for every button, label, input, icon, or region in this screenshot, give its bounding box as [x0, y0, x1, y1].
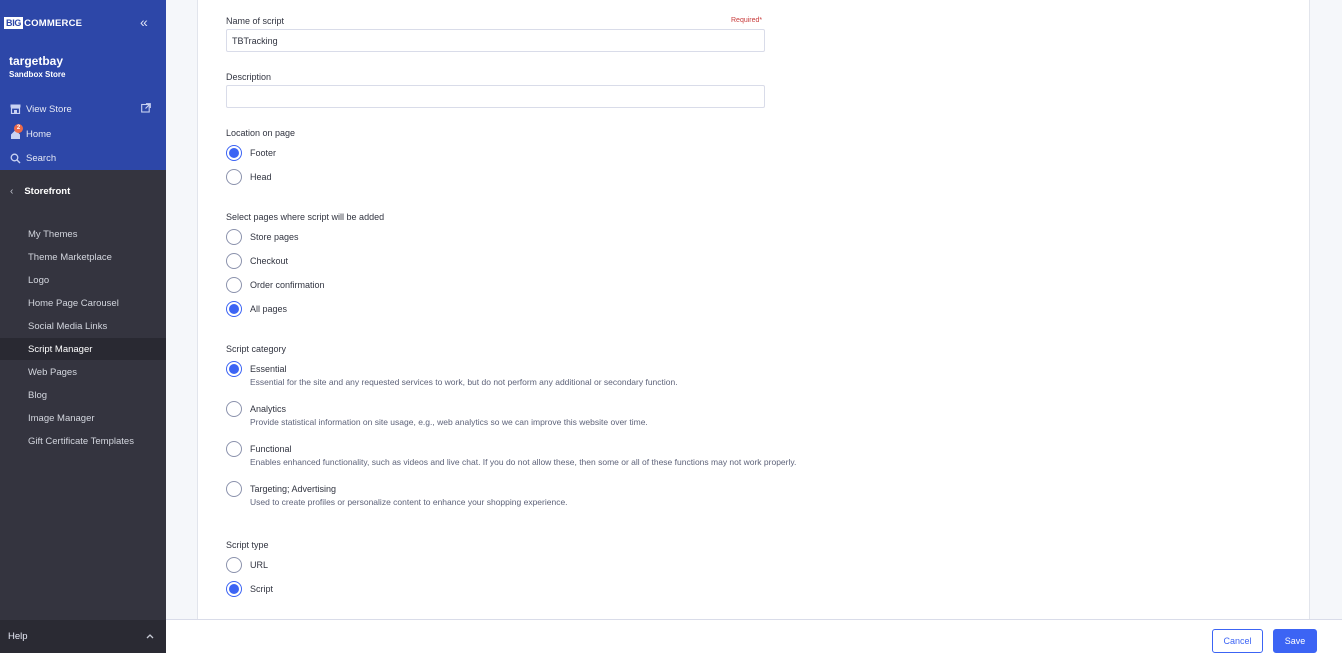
- type-script-option[interactable]: Script: [226, 581, 273, 597]
- radio-label: URL: [250, 560, 269, 570]
- menu-item-web-pages[interactable]: Web Pages: [0, 361, 166, 383]
- radio-button[interactable]: [226, 441, 242, 457]
- home-label: Home: [26, 128, 52, 140]
- radio-button[interactable]: [226, 253, 242, 269]
- radio-button[interactable]: [226, 145, 242, 161]
- pages-checkout-option[interactable]: Checkout: [226, 253, 288, 269]
- category-essential-option[interactable]: Essential Essential for the site and any…: [226, 361, 678, 388]
- pages-all-option[interactable]: All pages: [226, 301, 287, 317]
- menu-item-gift-certificate-templates[interactable]: Gift Certificate Templates: [0, 430, 166, 452]
- sidebar-header: BIG COMMERCE « targetbay Sandbox Store V…: [0, 0, 166, 170]
- type-url-option[interactable]: URL: [226, 557, 268, 573]
- radio-button[interactable]: [226, 277, 242, 293]
- radio-label: All pages: [250, 304, 288, 314]
- radio-label: Functional: [250, 444, 292, 454]
- category-analytics-option[interactable]: Analytics Provide statistical informatio…: [226, 401, 648, 428]
- external-link-icon[interactable]: [141, 103, 151, 113]
- notification-badge: 2: [14, 124, 23, 133]
- help-label: Help: [8, 631, 28, 642]
- section-title: Storefront: [24, 185, 71, 197]
- radio-label: Store pages: [250, 232, 299, 242]
- name-label: Name of script: [226, 16, 285, 26]
- radio-button[interactable]: [226, 481, 242, 497]
- view-store-label: View Store: [26, 103, 72, 115]
- menu-item-blog[interactable]: Blog: [0, 384, 166, 406]
- pages-label: Select pages where script will be added: [226, 212, 385, 222]
- logo-big: BIG: [4, 17, 24, 29]
- main-content: Name of script Required* Description Loc…: [166, 0, 1342, 619]
- radio-description: Enables enhanced functionality, such as …: [250, 457, 797, 467]
- required-indicator: Required*: [731, 17, 763, 24]
- radio-button[interactable]: [226, 557, 242, 573]
- sidebar: BIG COMMERCE « targetbay Sandbox Store V…: [0, 0, 166, 653]
- menu-item-logo[interactable]: Logo: [0, 269, 166, 291]
- category-functional-option[interactable]: Functional Enables enhanced functionalit…: [226, 441, 796, 468]
- store-name: targetbay: [9, 54, 64, 68]
- radio-button[interactable]: [226, 229, 242, 245]
- chevron-up-icon[interactable]: [146, 631, 154, 642]
- radio-label: Head: [250, 172, 272, 182]
- view-store-link[interactable]: View Store: [9, 102, 72, 116]
- script-form-panel: Name of script Required* Description Loc…: [197, 0, 1310, 619]
- action-footer: Cancel Save: [166, 619, 1342, 653]
- radio-button[interactable]: [226, 401, 242, 417]
- type-label: Script type: [226, 540, 269, 550]
- radio-label: Checkout: [250, 256, 289, 266]
- logo-commerce: COMMERCE: [24, 17, 83, 29]
- script-name-input[interactable]: [226, 29, 765, 52]
- cancel-button[interactable]: Cancel: [1212, 629, 1263, 653]
- storefront-section-header[interactable]: ‹ Storefront: [0, 178, 166, 204]
- home-icon: 2: [9, 124, 23, 140]
- radio-label: Script: [250, 584, 274, 594]
- bigcommerce-logo[interactable]: BIG COMMERCE: [4, 15, 82, 31]
- radio-button[interactable]: [226, 169, 242, 185]
- location-head-option[interactable]: Head: [226, 169, 272, 185]
- menu-item-social-media-links[interactable]: Social Media Links: [0, 315, 166, 337]
- search-icon: [9, 152, 21, 164]
- radio-label: Essential: [250, 364, 287, 374]
- home-link[interactable]: 2 Home: [9, 124, 52, 141]
- category-label: Script category: [226, 344, 287, 354]
- category-targeting-option[interactable]: Targeting; Advertising Used to create pr…: [226, 481, 568, 508]
- radio-button[interactable]: [226, 361, 242, 377]
- radio-button[interactable]: [226, 301, 242, 317]
- save-button[interactable]: Save: [1273, 629, 1317, 653]
- description-label: Description: [226, 72, 272, 82]
- location-footer-option[interactable]: Footer: [226, 145, 276, 161]
- menu-item-image-manager[interactable]: Image Manager: [0, 407, 166, 429]
- description-input[interactable]: [226, 85, 765, 108]
- radio-description: Used to create profiles or personalize c…: [250, 497, 568, 507]
- menu-item-home-page-carousel[interactable]: Home Page Carousel: [0, 292, 166, 314]
- search-label: Search: [26, 152, 57, 164]
- radio-description: Essential for the site and any requested…: [250, 377, 678, 387]
- pages-store-option[interactable]: Store pages: [226, 229, 299, 245]
- radio-description: Provide statistical information on site …: [250, 417, 648, 427]
- location-label: Location on page: [226, 128, 296, 138]
- chevron-left-icon[interactable]: ‹: [10, 186, 13, 197]
- radio-label: Order confirmation: [250, 280, 325, 290]
- search-link[interactable]: Search: [9, 151, 56, 165]
- help-bar[interactable]: Help: [0, 620, 166, 653]
- radio-label: Footer: [250, 148, 277, 158]
- pages-order-confirmation-option[interactable]: Order confirmation: [226, 277, 325, 293]
- radio-label: Analytics: [250, 404, 287, 414]
- menu-item-theme-marketplace[interactable]: Theme Marketplace: [0, 246, 166, 268]
- store-subtitle: Sandbox Store: [9, 70, 66, 79]
- menu-item-my-themes[interactable]: My Themes: [0, 223, 166, 245]
- collapse-sidebar-icon[interactable]: «: [140, 14, 148, 30]
- menu-item-script-manager[interactable]: Script Manager: [0, 338, 166, 360]
- radio-label: Targeting; Advertising: [250, 484, 337, 494]
- radio-button[interactable]: [226, 581, 242, 597]
- storefront-icon: [9, 103, 21, 115]
